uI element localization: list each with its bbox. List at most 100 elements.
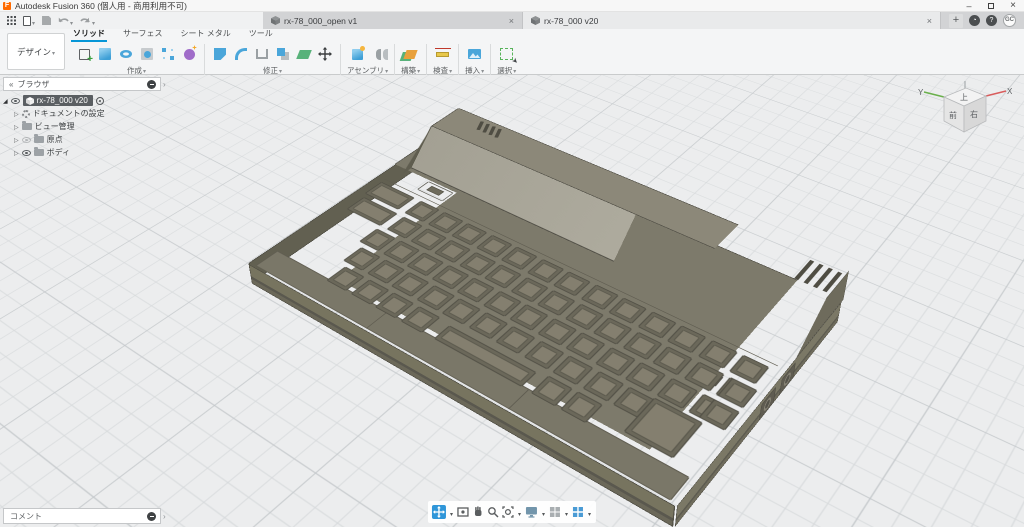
caret-down-icon[interactable] bbox=[587, 503, 592, 521]
tree-row-document-settings[interactable]: ドキュメントの設定 bbox=[3, 107, 161, 120]
svg-text:X: X bbox=[1007, 87, 1012, 96]
press-pull-icon[interactable] bbox=[211, 45, 229, 63]
measure-icon[interactable] bbox=[434, 45, 452, 63]
caret-down-icon[interactable] bbox=[541, 503, 546, 521]
key-cap bbox=[652, 346, 693, 375]
browser-header[interactable]: ブラウザ bbox=[3, 77, 161, 91]
user-avatar[interactable]: GC bbox=[1003, 14, 1016, 27]
zoom-button[interactable] bbox=[487, 506, 499, 518]
svg-text:Y: Y bbox=[918, 88, 924, 97]
panel-resize-handle[interactable]: › bbox=[163, 80, 166, 89]
construction-plane-icon[interactable] bbox=[402, 45, 420, 63]
caret-down-icon[interactable] bbox=[449, 503, 454, 521]
vent-slot bbox=[494, 129, 501, 138]
look-at-icon bbox=[457, 506, 469, 518]
group-insert: 挿入 bbox=[461, 42, 488, 78]
document-tab-inactive[interactable]: rx-78_000_open v1 bbox=[263, 12, 523, 29]
offset-face-icon[interactable] bbox=[295, 45, 313, 63]
document-tab-active[interactable]: rx-78_000 v20 bbox=[523, 12, 941, 29]
new-component-icon[interactable] bbox=[348, 45, 366, 63]
insert-image-icon[interactable] bbox=[466, 45, 484, 63]
tab-solid[interactable]: ソリッド bbox=[71, 28, 107, 42]
create-sketch-icon[interactable] bbox=[75, 45, 93, 63]
caret-down-icon bbox=[91, 12, 95, 30]
viewport-canvas[interactable]: Y X 上 前 右 ブラウザ › bbox=[0, 75, 1024, 527]
close-tab-icon[interactable] bbox=[505, 16, 514, 26]
data-panel-button[interactable] bbox=[5, 13, 18, 28]
comment-resize-handle[interactable]: › bbox=[163, 512, 166, 521]
pattern-icon[interactable] bbox=[159, 45, 177, 63]
tree-row-named-views[interactable]: ビュー管理 bbox=[3, 120, 161, 133]
caret-down-icon[interactable] bbox=[564, 503, 569, 521]
key-cap bbox=[667, 325, 707, 353]
key-cap bbox=[523, 340, 564, 369]
key-cap bbox=[644, 403, 687, 436]
group-modify: 修正 bbox=[207, 42, 338, 78]
tree-row-bodies[interactable]: ボディ bbox=[3, 146, 161, 159]
caret-down-icon[interactable] bbox=[517, 503, 522, 521]
tree-row-origin[interactable]: 原点 bbox=[3, 133, 161, 146]
expand-arrow-icon[interactable] bbox=[14, 109, 19, 118]
key-cap bbox=[482, 291, 521, 317]
save-button[interactable] bbox=[40, 13, 53, 28]
expand-arrow-icon[interactable] bbox=[14, 148, 19, 157]
panel-menu-icon[interactable] bbox=[147, 80, 156, 89]
tab-sheetmetal[interactable]: シート メタル bbox=[179, 28, 233, 42]
new-tab-button[interactable]: + bbox=[949, 14, 963, 28]
undo-button[interactable] bbox=[56, 13, 75, 28]
collapse-panel-icon[interactable] bbox=[4, 80, 17, 89]
tab-tools[interactable]: ツール bbox=[247, 28, 275, 42]
close-button[interactable] bbox=[1002, 0, 1024, 12]
caret-down-icon bbox=[512, 66, 516, 75]
close-tab-icon[interactable] bbox=[923, 16, 932, 26]
minimize-button[interactable] bbox=[958, 0, 980, 12]
fit-button[interactable] bbox=[502, 506, 514, 518]
activate-component-radio[interactable] bbox=[96, 97, 104, 105]
hole-icon[interactable] bbox=[138, 45, 156, 63]
fillet-icon[interactable] bbox=[232, 45, 250, 63]
shell-icon[interactable] bbox=[253, 45, 271, 63]
viewports-button[interactable] bbox=[572, 506, 584, 518]
viewcube[interactable]: Y X 上 前 右 bbox=[916, 79, 1012, 149]
look-at-button[interactable] bbox=[457, 506, 469, 518]
display-settings-button[interactable] bbox=[525, 506, 538, 518]
visibility-eye-icon[interactable] bbox=[11, 98, 20, 104]
tab-surface[interactable]: サーフェス bbox=[121, 28, 165, 42]
comment-box[interactable]: コメント bbox=[3, 508, 161, 524]
expand-arrow-icon[interactable] bbox=[14, 122, 19, 131]
svg-text:右: 右 bbox=[970, 109, 978, 119]
file-menu-button[interactable] bbox=[21, 13, 37, 28]
expand-arrow-icon[interactable] bbox=[14, 135, 19, 144]
key-cap bbox=[622, 332, 662, 360]
orbit-icon bbox=[433, 506, 445, 518]
grid-settings-button[interactable] bbox=[549, 506, 561, 518]
visibility-eye-icon[interactable] bbox=[22, 150, 31, 156]
move-copy-icon[interactable] bbox=[316, 45, 334, 63]
create-form-icon[interactable] bbox=[180, 45, 198, 63]
root-component-chip[interactable]: rx-78_000 v20 bbox=[23, 95, 93, 106]
pan-button[interactable] bbox=[472, 506, 484, 518]
help-button[interactable]: ? bbox=[986, 15, 997, 26]
document-tab-label: rx-78_000_open v1 bbox=[284, 16, 357, 26]
redo-icon bbox=[80, 16, 91, 26]
key-cap bbox=[688, 394, 731, 426]
combine-icon[interactable] bbox=[274, 45, 292, 63]
select-icon[interactable] bbox=[498, 45, 516, 63]
document-tab-label: rx-78_000 v20 bbox=[544, 16, 598, 26]
key-cap bbox=[510, 277, 548, 302]
maximize-button[interactable] bbox=[980, 0, 1002, 12]
joint-icon[interactable] bbox=[369, 45, 387, 63]
revolve-icon[interactable] bbox=[117, 45, 135, 63]
job-status-button[interactable]: ◔ bbox=[969, 15, 980, 26]
undo-icon bbox=[58, 16, 69, 26]
extrude-icon[interactable] bbox=[96, 45, 114, 63]
orbit-button[interactable] bbox=[432, 505, 446, 519]
redo-button[interactable] bbox=[78, 13, 97, 28]
group-assemble: アセンブリ bbox=[343, 42, 392, 78]
key-cap bbox=[456, 277, 495, 302]
tree-root-row[interactable]: rx-78_000 v20 bbox=[3, 94, 161, 107]
comment-menu-icon[interactable] bbox=[147, 512, 156, 521]
workspace-selector[interactable]: デザイン bbox=[7, 33, 65, 70]
visibility-eye-off-icon[interactable] bbox=[22, 137, 31, 143]
expand-arrow-icon[interactable] bbox=[3, 96, 8, 105]
